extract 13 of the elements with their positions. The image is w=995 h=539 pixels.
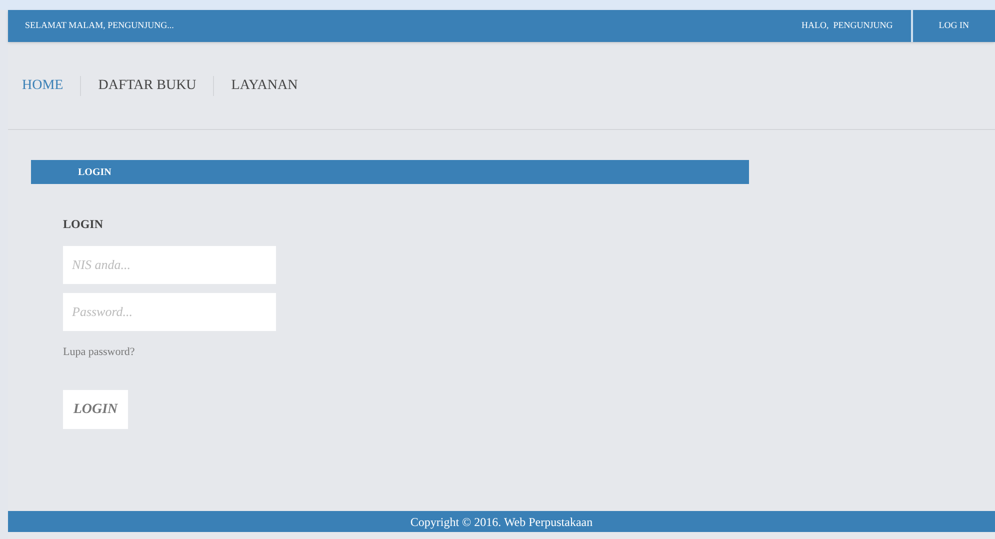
nav-link[interactable]: DAFTAR BUKU	[98, 75, 196, 96]
greeting-text: SELAMAT MALAM, PENGUNJUNG...	[25, 19, 175, 32]
section-title: LOGIN	[78, 166, 112, 180]
form-heading: LOGIN	[63, 216, 104, 233]
input-field[interactable]: Password...	[63, 293, 276, 331]
login-button[interactable]: LOGIN	[63, 390, 128, 428]
nav-link[interactable]: HOME	[22, 75, 64, 96]
input-field[interactable]: NIS anda...	[63, 246, 276, 284]
user-greeting: HALO, PENGUNJUNG	[802, 19, 893, 32]
login-link[interactable]: LOG IN	[910, 10, 995, 42]
copyright-text: Copyright © 2016. Web Perpustakaan	[410, 514, 593, 530]
nav-link[interactable]: LAYANAN	[231, 75, 298, 96]
forgot-password-link[interactable]: Lupa password?	[63, 344, 135, 360]
